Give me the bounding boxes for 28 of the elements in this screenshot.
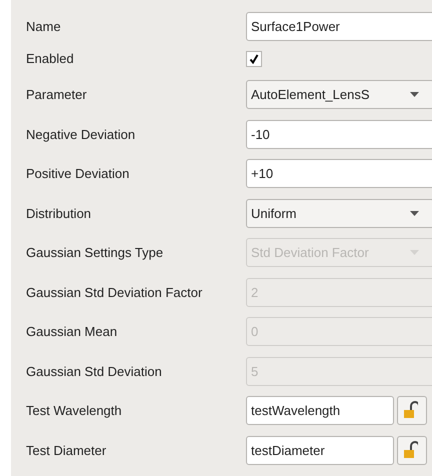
lock-button[interactable] (397, 436, 427, 465)
property-label: Positive Deviation (25, 166, 130, 182)
property-label: Gaussian Settings Type (25, 245, 164, 260)
property-label: Test Wavelength (25, 403, 123, 418)
checkmark-icon (249, 54, 259, 64)
caret-icon (410, 250, 419, 256)
text-field[interactable]: +10 (246, 159, 432, 188)
caret-icon (410, 210, 419, 216)
padlock-icon (404, 440, 418, 459)
property-label: Parameter (25, 87, 88, 102)
text-field[interactable]: -10 (246, 120, 432, 149)
property-label: Distribution (25, 206, 92, 221)
lock-button[interactable] (397, 396, 427, 426)
property-label: Enabled (25, 51, 75, 66)
property-label: Gaussian Mean (25, 324, 118, 340)
property-label: Gaussian Std Deviation Factor (25, 284, 204, 300)
dropdown[interactable]: Uniform (246, 198, 432, 228)
caret-icon (410, 92, 419, 98)
property-label: Test Diameter (25, 442, 108, 458)
text-field[interactable]: testWavelength (246, 396, 394, 426)
checkbox[interactable] (246, 50, 262, 66)
padlock-icon (404, 401, 418, 420)
text-field[interactable]: Surface1Power (246, 12, 432, 41)
property-label: Negative Deviation (25, 126, 136, 142)
text-field[interactable]: testDiameter (246, 436, 394, 465)
property-label: Gaussian Std Deviation (25, 364, 163, 379)
dropdown[interactable]: AutoElement_LensS (246, 80, 432, 110)
property-label: Name (25, 19, 62, 34)
